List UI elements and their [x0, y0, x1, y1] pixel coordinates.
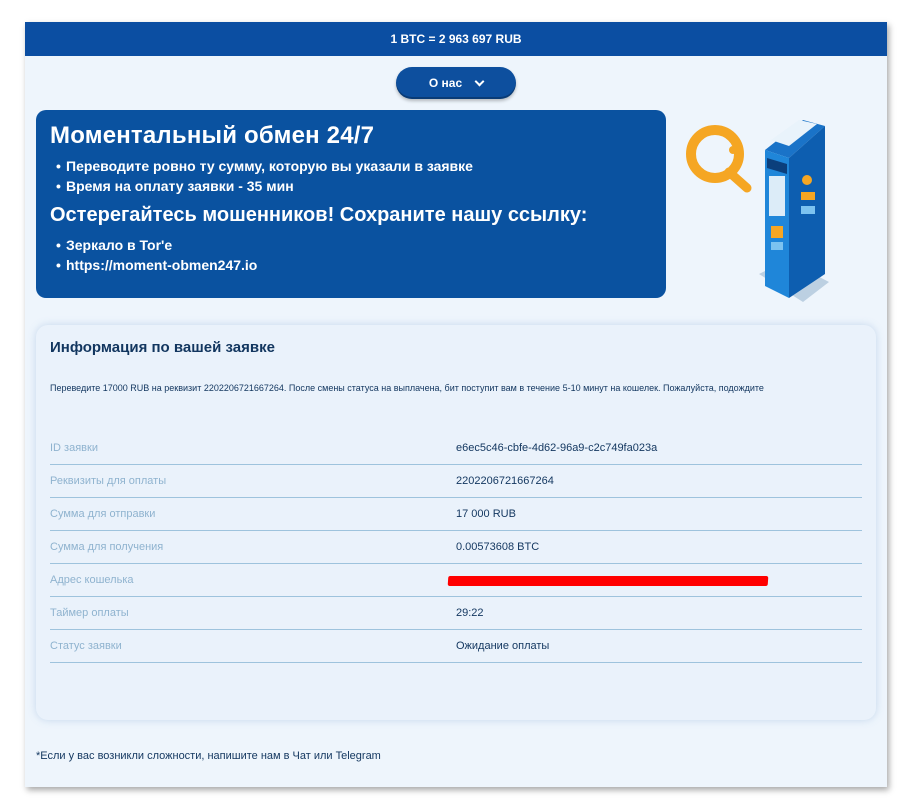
redaction-mark — [447, 576, 769, 586]
about-label: О нас — [428, 76, 463, 90]
promo-banner: Моментальный обмен 24/7 Переводите ровно… — [36, 110, 666, 298]
tor-mirror-link[interactable]: Зеркало в Tor'e — [56, 237, 652, 253]
payment-timer-value: 29:22 — [456, 607, 484, 619]
row-label: Статус заявки — [50, 640, 122, 652]
order-details-table: ID заявки e6ec5c46-cbfe-4d62-96a9-c2c749… — [50, 432, 862, 663]
table-row: Сумма для отправки 17 000 RUB — [50, 498, 862, 531]
row-label: ID заявки — [50, 442, 98, 454]
table-row: Адрес кошелька — [50, 564, 862, 597]
qiwi-logo-icon — [686, 125, 752, 193]
table-row: Сумма для получения 0.00573608 BTC — [50, 531, 862, 564]
qiwi-terminal-illustration — [686, 120, 829, 302]
order-info-card: Информация по вашей заявке Переведите 17… — [36, 325, 876, 720]
banner-links: Зеркало в Tor'e https://moment-obmen247.… — [50, 237, 652, 273]
banner-title: Моментальный обмен 24/7 — [50, 122, 375, 149]
order-status-value: Ожидание оплаты — [456, 640, 550, 652]
terminal-icon — [759, 120, 829, 302]
banner-bullets: Переводите ровно ту сумму, которую вы ук… — [50, 158, 652, 194]
site-link[interactable]: https://moment-obmen247.io — [56, 257, 652, 273]
table-row: Реквизиты для оплаты 2202206721667264 — [50, 465, 862, 498]
order-id-value: e6ec5c46-cbfe-4d62-96a9-c2c749fa023a — [456, 442, 658, 454]
payment-details-value: 2202206721667264 — [456, 475, 554, 487]
table-row: Статус заявки Ожидание оплаты — [50, 630, 862, 663]
btc-rate: 1 BTC = 2 963 697 RUB — [390, 32, 522, 46]
warning-title: Остерегайтесь мошенников! Сохраните нашу… — [50, 204, 588, 226]
banner-bullet: Переводите ровно ту сумму, которую вы ук… — [56, 158, 652, 174]
row-label: Сумма для получения — [50, 541, 164, 553]
table-row: ID заявки e6ec5c46-cbfe-4d62-96a9-c2c749… — [50, 432, 862, 465]
about-wrap: О нас — [25, 67, 887, 99]
chevron-down-icon — [474, 76, 485, 87]
send-amount-value: 17 000 RUB — [456, 508, 516, 520]
banner-bullet: Время на оплату заявки - 35 мин — [56, 178, 652, 194]
row-label: Адрес кошелька — [50, 574, 134, 586]
receive-amount-value: 0.00573608 BTC — [456, 541, 540, 553]
rate-bar: 1 BTC = 2 963 697 RUB — [25, 22, 887, 56]
row-label: Сумма для отправки — [50, 508, 156, 520]
row-label: Реквизиты для оплаты — [50, 475, 167, 487]
support-footnote: *Если у вас возникли сложности, напишите… — [36, 750, 381, 762]
order-title: Информация по вашей заявке — [50, 339, 275, 356]
page: 1 BTC = 2 963 697 RUB О нас Моментальный… — [25, 22, 887, 787]
about-button[interactable]: О нас — [396, 67, 516, 99]
row-label: Таймер оплаты — [50, 607, 129, 619]
table-row: Таймер оплаты 29:22 — [50, 597, 862, 630]
payment-instructions: Переведите 17000 RUB на реквизит 2202206… — [50, 383, 764, 393]
